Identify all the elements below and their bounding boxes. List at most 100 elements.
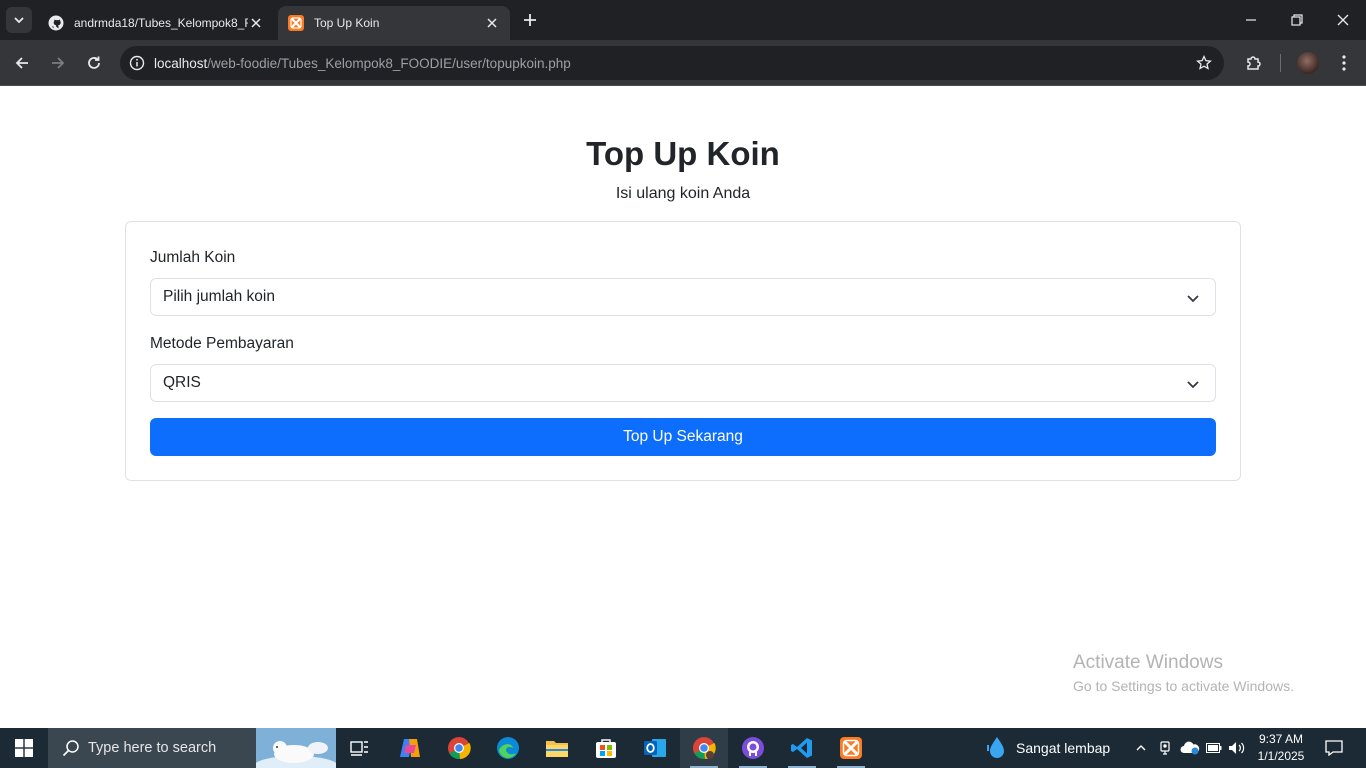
- github-icon: [48, 15, 64, 31]
- speaker-icon: [1229, 742, 1245, 754]
- top-up-now-button[interactable]: Top Up Sekarang: [150, 418, 1216, 456]
- profile-button[interactable]: [1294, 49, 1322, 77]
- tab-github[interactable]: andrmda18/Tubes_Kelompok8_FOODIE: [38, 6, 274, 40]
- show-hidden-icons-button[interactable]: [1130, 728, 1152, 768]
- page-title: Top Up Koin: [586, 135, 780, 172]
- close-window-button[interactable]: [1320, 0, 1366, 40]
- puzzle-icon: [1247, 56, 1261, 70]
- vscode-icon: [791, 738, 812, 758]
- microsoft-store-app[interactable]: [582, 728, 630, 768]
- url-path: /web-foodie/Tubes_Kelompok8_FOODIE/user/…: [207, 55, 571, 71]
- url-text: localhost/web-foodie/Tubes_Kelompok8_FOO…: [154, 56, 571, 71]
- folder-icon: [546, 741, 568, 757]
- file-explorer-app[interactable]: [533, 728, 581, 768]
- notification-icon: [1325, 740, 1343, 756]
- xampp-icon: [840, 737, 862, 759]
- watermark-title: Activate Windows: [1073, 652, 1223, 673]
- github-desktop-app[interactable]: [729, 728, 777, 768]
- chrome-icon: [693, 737, 716, 760]
- battery-icon: [1206, 743, 1222, 753]
- coin-amount-value: Pilih jumlah koin: [163, 288, 275, 305]
- close-tab-icon[interactable]: [248, 15, 264, 31]
- chevron-up-icon: [1136, 745, 1146, 751]
- outlook-icon: [644, 739, 666, 757]
- payment-method-select[interactable]: QRIS: [150, 364, 1216, 402]
- notifications-button[interactable]: [1320, 728, 1348, 768]
- tab-search-button[interactable]: [6, 7, 32, 33]
- volume-tray[interactable]: [1226, 728, 1248, 768]
- payment-method-value: QRIS: [163, 374, 201, 391]
- edge-icon: [497, 737, 519, 759]
- tab-title: Top Up Koin: [314, 16, 380, 30]
- topup-form-card: Jumlah Koin Pilih jumlah koin Metode Pem…: [125, 221, 1241, 481]
- page-content: Top Up Koin Isi ulang koin Anda Jumlah K…: [0, 87, 1366, 728]
- plus-icon: [524, 14, 536, 26]
- new-tab-button[interactable]: [518, 8, 542, 32]
- address-bar[interactable]: localhost/web-foodie/Tubes_Kelompok8_FOO…: [120, 46, 1224, 80]
- meet-now-tray[interactable]: [1154, 728, 1176, 768]
- payment-method-label: Metode Pembayaran: [150, 335, 294, 352]
- windows-taskbar: Type here to search Sangat lembap 9:37 A…: [0, 728, 1366, 768]
- avatar: [1297, 52, 1319, 74]
- coin-amount-select[interactable]: Pilih jumlah koin: [150, 278, 1216, 316]
- minimize-icon: [1246, 19, 1256, 21]
- polar-bear-search-highlight-icon: [256, 728, 336, 768]
- weather-text: Sangat lembap: [1016, 740, 1111, 756]
- battery-tray[interactable]: [1203, 728, 1225, 768]
- browser-tab-bar: andrmda18/Tubes_Kelompok8_FOODIE Top Up …: [0, 0, 1366, 40]
- chevron-down-icon: [1187, 295, 1199, 303]
- restore-icon: [1291, 14, 1303, 26]
- bookmark-star-icon[interactable]: [1194, 53, 1214, 73]
- reload-button[interactable]: [80, 49, 108, 77]
- reload-icon: [88, 56, 100, 69]
- vscode-app[interactable]: [778, 728, 826, 768]
- toolbar-divider: [1280, 54, 1281, 72]
- water-drop-icon: [987, 737, 1004, 758]
- search-placeholder: Type here to search: [88, 740, 217, 756]
- github-icon: [742, 737, 764, 759]
- xampp-icon: [288, 15, 304, 31]
- taskbar-clock[interactable]: 9:37 AM 1/1/2025: [1254, 731, 1308, 765]
- close-tab-icon[interactable]: [484, 15, 500, 31]
- outlook-app[interactable]: [631, 728, 679, 768]
- chevron-down-icon: [14, 17, 24, 24]
- forward-button[interactable]: [44, 49, 72, 77]
- coin-amount-label: Jumlah Koin: [150, 249, 236, 266]
- chrome-app[interactable]: [435, 728, 483, 768]
- arrow-left-icon: [15, 57, 28, 69]
- chevron-down-icon: [1187, 381, 1199, 389]
- windows-logo-icon: [15, 739, 33, 757]
- watermark-subtitle: Go to Settings to activate Windows.: [1073, 678, 1294, 694]
- chrome-icon: [448, 737, 471, 760]
- tab-title: andrmda18/Tubes_Kelompok8_FOODIE: [74, 16, 248, 30]
- clock-date: 1/1/2025: [1257, 749, 1305, 763]
- arrow-right-icon: [52, 57, 65, 69]
- xampp-app[interactable]: [827, 728, 875, 768]
- cloud-sync-icon: [1180, 741, 1200, 755]
- kebab-menu-icon: [1342, 55, 1346, 71]
- task-view-icon: [350, 741, 368, 756]
- clock-time: 9:37 AM: [1258, 732, 1304, 746]
- edge-app[interactable]: [484, 728, 532, 768]
- activate-windows-watermark: Activate Windows Go to Settings to activ…: [1073, 652, 1294, 694]
- search-icon: [62, 740, 79, 757]
- url-host: localhost: [154, 55, 208, 71]
- webcam-icon: [1160, 741, 1170, 755]
- store-icon: [596, 739, 616, 758]
- task-view-button[interactable]: [336, 728, 384, 768]
- onedrive-tray[interactable]: [1178, 728, 1202, 768]
- back-button[interactable]: [8, 49, 36, 77]
- weather-widget[interactable]: Sangat lembap: [984, 728, 1110, 768]
- site-info-icon[interactable]: [120, 46, 154, 80]
- start-button[interactable]: [0, 728, 48, 768]
- browser-toolbar: localhost/web-foodie/Tubes_Kelompok8_FOO…: [0, 40, 1366, 86]
- tab-top-up-koin[interactable]: Top Up Koin: [278, 6, 510, 40]
- browser-menu-button[interactable]: [1330, 49, 1358, 77]
- extensions-button[interactable]: [1240, 49, 1268, 77]
- chrome-running-app[interactable]: [680, 728, 728, 768]
- minimize-button[interactable]: [1228, 0, 1274, 40]
- restore-button[interactable]: [1274, 0, 1320, 40]
- copilot-icon: [400, 739, 420, 757]
- copilot-app[interactable]: [386, 728, 434, 768]
- taskbar-search-box[interactable]: Type here to search: [48, 728, 336, 768]
